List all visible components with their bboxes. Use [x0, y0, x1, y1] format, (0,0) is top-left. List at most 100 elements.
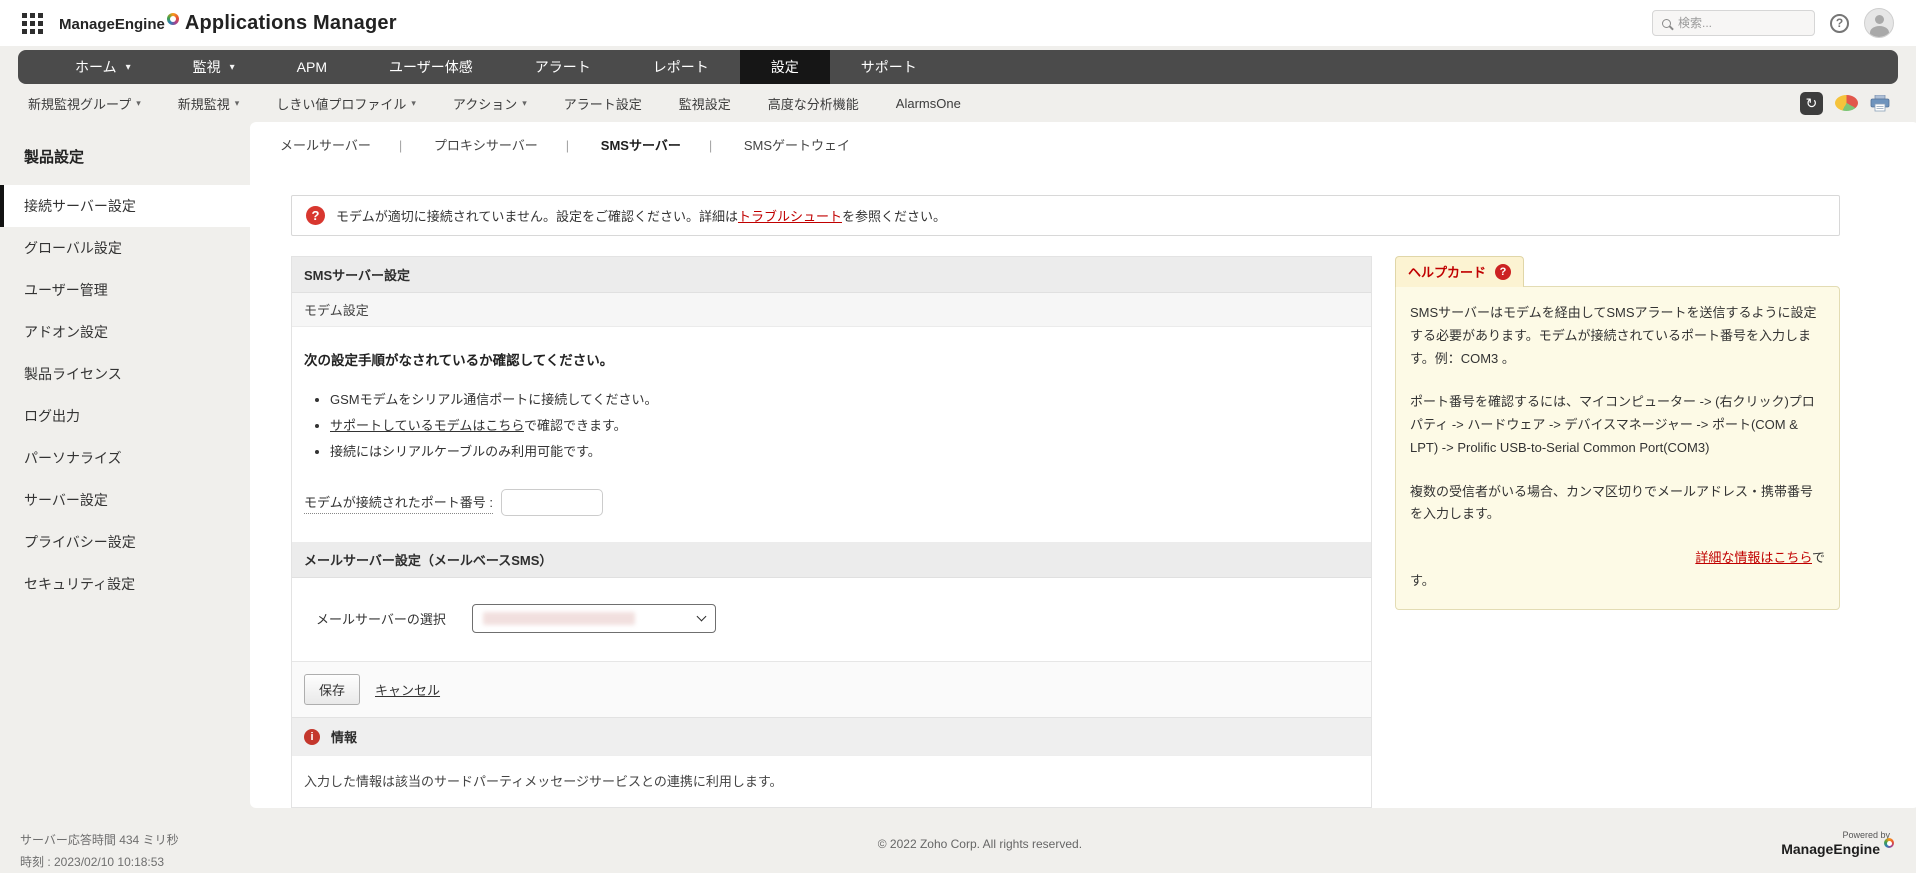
nav-item-label: APM	[296, 59, 327, 75]
server-tabs: メールサーバー プロキシサーバー SMSサーバー SMSゲートウェイ	[250, 122, 1916, 160]
subnav-item-label: アクション	[452, 96, 518, 112]
tab[interactable]: SMSサーバー	[566, 135, 681, 154]
subnav-item[interactable]: 新規監視	[178, 94, 240, 113]
subnav-item-label: 新規監視	[177, 96, 230, 112]
nav-item[interactable]: ユーザー体感	[358, 50, 504, 84]
nav-item[interactable]: サポート	[830, 50, 948, 84]
help-question-icon[interactable]: ?	[1495, 263, 1512, 280]
step-text: GSMモデムをシリアル通信ポートに接続してください。	[330, 392, 658, 407]
sidebar-item-label: 製品ライセンス	[24, 366, 122, 382]
sidebar-item[interactable]: アドオン設定	[0, 311, 250, 353]
alert-text-after: を参照ください。	[841, 209, 946, 224]
port-number-input[interactable]	[500, 489, 603, 516]
alert-text: モデムが適切に接続されていません。設定をご確認ください。詳細はトラブルシュートを…	[336, 206, 946, 225]
sidebar-item[interactable]: サーバー設定	[0, 479, 250, 521]
product-name: Applications Manager	[184, 11, 397, 34]
sidebar-item[interactable]: グローバル設定	[0, 227, 250, 269]
alert-text-before: モデムが適切に接続されていません。設定をご確認ください。詳細は	[336, 209, 738, 224]
help-card-body: SMSサーバーはモデムを経由してSMSアラートを送信するように設定する必要があり…	[1395, 286, 1840, 610]
nav-item-label: 監視	[192, 59, 221, 75]
apps-grid-icon[interactable]	[22, 12, 43, 34]
mail-server-select[interactable]	[471, 604, 716, 633]
nav-item-label: ユーザー体感	[389, 59, 473, 75]
sidebar-item-label: アドオン設定	[24, 324, 108, 340]
server-timestamp: 時刻 : 2023/02/10 10:18:53	[20, 854, 165, 869]
copyright: © 2022 Zoho Corp. All rights reserved.	[877, 837, 1083, 851]
sidebar-item[interactable]: 製品ライセンス	[0, 353, 250, 395]
nav-item[interactable]: レポート	[622, 50, 740, 84]
help-paragraph: SMSサーバーはモデムを経由してSMSアラートを送信するように設定する必要があり…	[1410, 305, 1817, 366]
more-info-link[interactable]: 詳細な情報はこちら	[1695, 550, 1812, 565]
subnav-item-label: しきい値プロファイル	[276, 96, 407, 112]
tab-label: SMSゲートウェイ	[743, 138, 851, 153]
help-card-tab: ヘルプカード ?	[1395, 256, 1525, 287]
tab[interactable]: SMSゲートウェイ	[709, 135, 850, 154]
sidebar-item[interactable]: ログ出力	[0, 395, 250, 437]
tab[interactable]: メールサーバー	[280, 135, 371, 154]
mail-server-selected-value	[482, 612, 635, 625]
top-header: ManageEngine Applications Manager ?	[0, 0, 1916, 46]
supported-modems-link[interactable]: サポートしているモデムはこちら	[330, 418, 524, 433]
sidebar-item[interactable]: ユーザー管理	[0, 269, 250, 311]
nav-item-label: ホーム	[75, 59, 117, 75]
manageengine-swirl-icon	[1884, 838, 1894, 848]
user-avatar[interactable]	[1864, 8, 1894, 38]
subnav-item[interactable]: アラート設定	[564, 94, 642, 113]
sidebar-item[interactable]: パーソナライズ	[0, 437, 250, 479]
sidebar-item-label: サーバー設定	[24, 492, 108, 508]
refresh-icon[interactable]: ↻	[1800, 91, 1823, 115]
main-nav: ホーム 監視 APM ユーザー体感 アラート レポート 設定 サポート	[18, 50, 1898, 84]
help-card: ヘルプカード ? SMSサーバーはモデムを経由してSMSアラートを送信するように…	[1395, 256, 1840, 610]
info-section-text: 入力した情報は該当のサードパーティメッセージサービスとの連携に利用します。	[292, 755, 1371, 807]
subnav-item[interactable]: AlarmsOne	[896, 94, 961, 113]
sms-server-form: SMSサーバー設定 モデム設定 次の設定手順がなされているか確認してください。 …	[291, 256, 1372, 808]
save-button[interactable]: 保存	[304, 674, 361, 705]
nav-item-label: アラート	[534, 59, 591, 75]
subnav-item[interactable]: アクション	[453, 94, 527, 113]
help-paragraph: ポート番号を確認するには、マイコンピューター -> (右クリック)プロパティ -…	[1410, 394, 1815, 455]
nav-item-label: レポート	[652, 59, 709, 75]
tab-label: SMSサーバー	[600, 138, 681, 153]
sidebar-item[interactable]: セキュリティ設定	[0, 563, 250, 605]
mail-server-select-label: メールサーバーの選択	[316, 612, 446, 627]
nav-item[interactable]: APM	[266, 50, 358, 84]
cancel-link[interactable]: キャンセル	[375, 680, 440, 699]
powered-brand: ManageEngine	[1781, 838, 1894, 857]
troubleshoot-link[interactable]: トラブルシュート	[738, 209, 842, 224]
nav-item[interactable]: アラート	[504, 50, 622, 84]
sidebar-item[interactable]: 接続サーバー設定	[0, 185, 250, 227]
sub-nav: 新規監視グループ 新規監視 しきい値プロファイル アクション アラート設定 監視…	[0, 84, 1916, 122]
tab-label: メールサーバー	[280, 138, 371, 153]
nav-item[interactable]: 設定	[739, 50, 830, 84]
chevron-down-icon	[696, 611, 707, 622]
info-section-title: 情報	[331, 730, 358, 745]
search-icon	[1662, 18, 1671, 28]
setup-step: 接続にはシリアルケーブルのみ利用可能です。	[330, 439, 1359, 465]
brand-name: ManageEngine	[59, 12, 179, 33]
nav-item[interactable]: ホーム	[44, 50, 162, 84]
subnav-item[interactable]: 監視設定	[679, 94, 731, 113]
printer-icon[interactable]	[1870, 94, 1890, 112]
powered-by-label: Powered by	[1842, 830, 1890, 840]
nav-item-label: 設定	[770, 59, 799, 75]
nav-item[interactable]: 監視	[162, 50, 266, 84]
subnav-item[interactable]: しきい値プロファイル	[276, 94, 416, 113]
settings-sidebar: 製品設定 接続サーバー設定 グローバル設定 ユーザー管理 アドオン設定 製品ライ…	[0, 122, 250, 605]
help-icon[interactable]: ?	[1830, 13, 1849, 33]
sidebar-item[interactable]: プライバシー設定	[0, 521, 250, 563]
modem-section-title: モデム設定	[292, 293, 1371, 327]
tab-label: プロキシサーバー	[433, 138, 538, 153]
form-title: SMSサーバー設定	[292, 257, 1371, 293]
alert-question-icon: ?	[306, 206, 325, 225]
subnav-item[interactable]: 新規監視グループ	[28, 94, 141, 113]
pie-chart-icon[interactable]	[1835, 95, 1858, 111]
setup-steps: GSMモデムをシリアル通信ポートに接続してください。 サポートしているモデムはこ…	[314, 387, 1359, 465]
tab[interactable]: プロキシサーバー	[399, 135, 538, 154]
subnav-item[interactable]: 高度な分析機能	[768, 94, 859, 113]
help-paragraph: 複数の受信者がいる場合、カンマ区切りでメールアドレス・携帯番号を入力します。	[1410, 483, 1814, 522]
main-panel: メールサーバー プロキシサーバー SMSサーバー SMSゲートウェイ ? モデム…	[250, 122, 1916, 808]
page-footer: サーバー応答時間 434 ミリ秒 時刻 : 2023/02/10 10:18:5…	[0, 808, 1916, 873]
app-logo: ManageEngine Applications Manager	[59, 12, 397, 35]
search-input[interactable]	[1678, 16, 1805, 30]
sidebar-item-label: ユーザー管理	[24, 282, 108, 298]
